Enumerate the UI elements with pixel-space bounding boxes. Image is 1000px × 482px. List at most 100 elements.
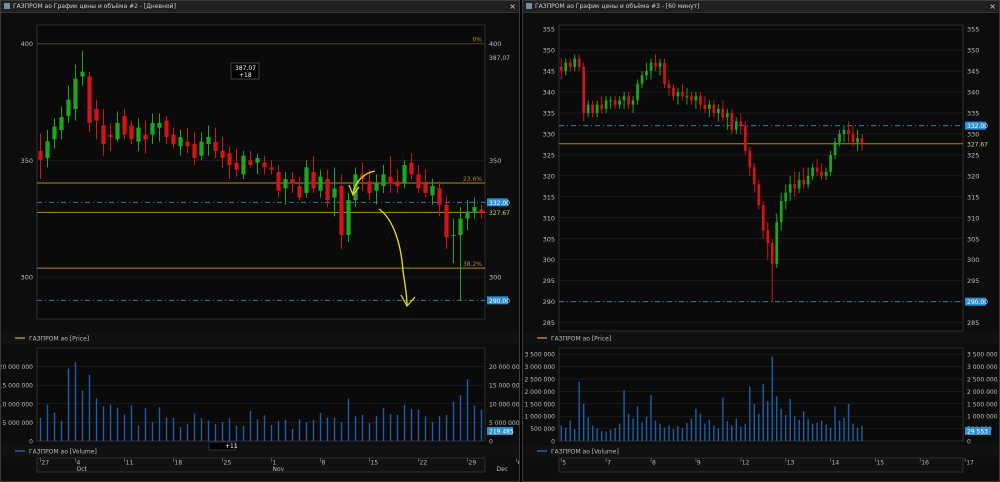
candle-body	[465, 211, 470, 219]
candle-body	[847, 129, 850, 134]
time-day-label: 11	[126, 460, 134, 467]
candle-body	[672, 87, 675, 97]
left-window-title: ГАЗПРОМ ао График цены и объёма #2 - [Дн…	[13, 3, 176, 10]
volume-tick-label-right: 3 000 000	[967, 364, 998, 371]
time-axis[interactable]	[558, 457, 964, 473]
volume-bar	[731, 425, 733, 441]
time-axis[interactable]	[36, 457, 486, 473]
volume-bar	[179, 426, 182, 441]
price-tick-label-right: 300	[489, 274, 501, 282]
volume-bar	[672, 429, 675, 441]
volume-bar	[740, 427, 742, 441]
volume-bar	[744, 423, 746, 441]
candle-body	[311, 172, 316, 189]
volume-bar	[695, 408, 697, 441]
crosshair-change: +18	[239, 72, 252, 79]
candle-body	[811, 167, 814, 176]
price-tick-label-left: 340	[543, 89, 555, 97]
candle-body	[122, 116, 127, 135]
volume-bar	[39, 417, 42, 441]
volume-bar	[361, 414, 364, 441]
volume-bar	[753, 403, 755, 441]
candle-body	[220, 151, 225, 158]
volume-bar	[235, 425, 238, 441]
price-tick-label-left: 325	[543, 151, 555, 159]
volume-bar	[681, 428, 684, 441]
candle-body	[663, 62, 666, 84]
candle-body	[206, 137, 211, 144]
volume-bar	[686, 422, 688, 441]
volume-bar	[368, 423, 371, 441]
volume-bar	[699, 413, 702, 441]
volume-bar	[596, 428, 598, 441]
volume-bar	[708, 419, 711, 441]
right-chart[interactable]: 2852852902902952953003003053053103103153…	[523, 13, 999, 481]
volume-tick-label-right: 0	[967, 439, 971, 446]
candle-body	[564, 62, 568, 72]
right-chart-window[interactable]: ГАЗПРОМ ао График цены и объёма #3 - [60…	[522, 0, 1000, 482]
candle-body	[690, 96, 693, 101]
price-tick-label-right: 315	[967, 193, 979, 201]
right-window-titlebar[interactable]: ГАЗПРОМ ао График цены и объёма #3 - [60…	[523, 1, 999, 13]
price-tick-label-left: 330	[543, 130, 555, 138]
volume-tick-label-left: 2 500 000	[524, 377, 555, 384]
window-icon	[526, 3, 532, 9]
candle-body	[45, 141, 50, 158]
candle-body	[52, 126, 57, 140]
candle-body	[171, 134, 176, 144]
candle-body	[694, 96, 698, 101]
volume-bar	[277, 420, 280, 441]
price-tick-label-right: 350	[967, 47, 979, 55]
volume-bar	[717, 428, 720, 441]
close-icon[interactable]: ×	[509, 1, 516, 12]
volume-tick-label-right: 10 000 000	[489, 401, 519, 408]
volume-bar	[109, 404, 112, 441]
candle-body	[766, 230, 770, 243]
candle-body	[374, 183, 379, 191]
volume-bar	[802, 411, 805, 441]
time-day-label: 5	[562, 460, 566, 467]
candle-body	[416, 174, 421, 189]
volume-bar	[326, 417, 329, 441]
volume-bar	[574, 429, 576, 441]
volume-bar	[256, 419, 259, 441]
volume-tick-label-right: 1 500 000	[967, 401, 998, 408]
price-tick-label-left: 400	[21, 40, 33, 48]
price-tick-label-right: 320	[967, 172, 979, 180]
candle-body	[568, 62, 572, 67]
price-tick-label-left: 320	[543, 172, 555, 180]
left-chart[interactable]: 300 300 350 350 400 400 0% 23.6% 38.2% 327.67 332.…	[1, 13, 519, 481]
volume-bar	[560, 425, 562, 441]
price-tick-label-left: 350	[543, 47, 555, 55]
price-tick-label-right: 325	[967, 151, 979, 159]
right-window-title: ГАЗПРОМ ао График цены и объёма #3 - [60…	[535, 3, 700, 10]
volume-bar	[228, 418, 231, 441]
volume-bar	[798, 419, 800, 441]
volume-tick-label-left: 3 500 000	[524, 352, 555, 359]
left-window-titlebar[interactable]: ГАЗПРОМ ао График цены и объёма #2 - [Дн…	[1, 1, 519, 13]
price-tick-label-left: 305	[543, 235, 555, 243]
candle-body	[743, 125, 747, 151]
candle-body	[157, 123, 162, 128]
left-chart-window[interactable]: ГАЗПРОМ ао График цены и объёма #2 - [Дн…	[0, 0, 520, 482]
candle-body	[248, 160, 253, 165]
candle-body	[559, 66, 563, 72]
candle-body	[815, 167, 819, 172]
close-icon[interactable]: ×	[989, 1, 996, 12]
candle-body	[586, 104, 590, 114]
time-day-label: 12	[742, 460, 750, 467]
candle-body	[600, 104, 603, 109]
volume-bar	[663, 427, 666, 441]
price-tick-label-left: 315	[543, 193, 555, 201]
volume-bar	[816, 422, 818, 441]
volume-bar	[668, 425, 670, 441]
crosshair-price: 387,07	[235, 65, 256, 72]
price-tick-label-left: 345	[543, 68, 555, 76]
price-panel-frame	[36, 24, 486, 320]
volume-legend-label: ГАЗПРОМ ао [Volume]	[551, 449, 619, 456]
price-tick-label-right: 295	[967, 277, 979, 285]
candle-body	[346, 200, 351, 235]
volume-bar	[636, 406, 639, 441]
volume-bar	[123, 414, 126, 441]
volume-bar	[713, 425, 715, 441]
